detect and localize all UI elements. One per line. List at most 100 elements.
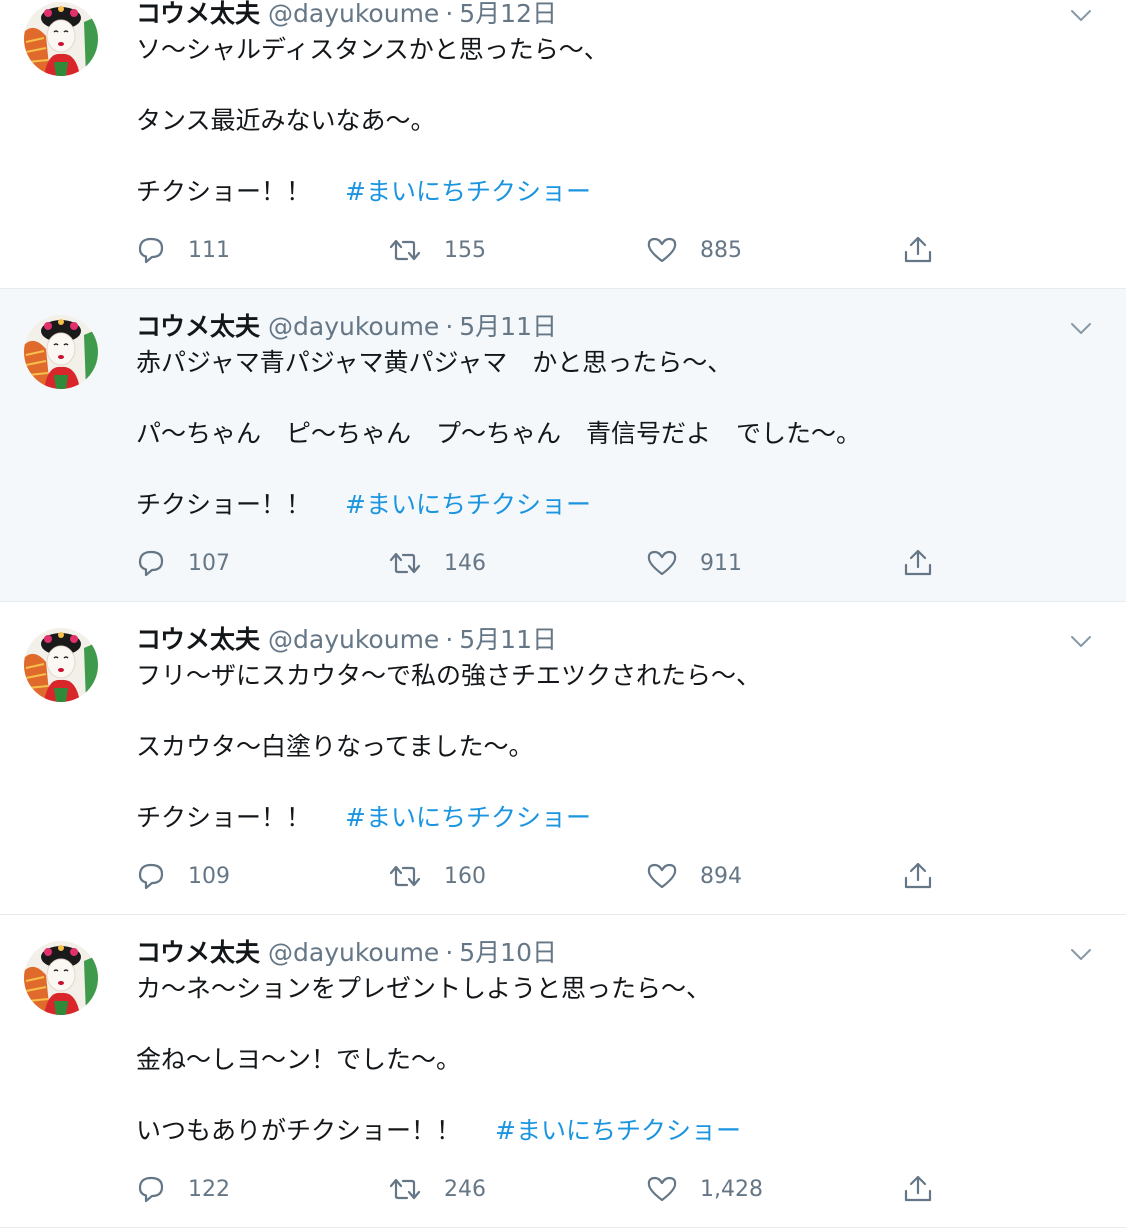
tweet-line: タンス最近みないなあ〜。 bbox=[136, 106, 436, 135]
tweet-header: コウメ太夫 @dayukoume · 5月12日 bbox=[136, 0, 557, 29]
tweet-line: フリ〜ザにスカウタ〜で私の強さチエツクされたら〜、 bbox=[136, 661, 762, 690]
tweet-line: チクショー！！ #まいにちチクショー bbox=[136, 490, 591, 520]
share-button[interactable] bbox=[902, 235, 956, 265]
like-count: 894 bbox=[700, 863, 742, 889]
tweet-line: チクショー！！ #まいにちチクショー bbox=[136, 803, 591, 833]
separator-dot: · bbox=[445, 938, 454, 967]
like-button[interactable]: 885 bbox=[646, 235, 742, 265]
tweet-line-text: チクショー！！ bbox=[136, 490, 312, 519]
avatar-image bbox=[24, 2, 98, 76]
share-icon bbox=[904, 862, 932, 889]
reply-icon bbox=[138, 237, 164, 264]
hashtag-link[interactable]: #まいにちチクショー bbox=[345, 803, 591, 832]
display-name[interactable]: コウメ太夫 bbox=[136, 625, 260, 654]
share-icon bbox=[904, 549, 932, 576]
like-button[interactable]: 911 bbox=[646, 548, 742, 578]
reply-button[interactable]: 111 bbox=[136, 235, 230, 265]
tweet-line: カ〜ネ〜ションをプレゼントしようと思ったら〜、 bbox=[136, 974, 712, 1003]
retweet-count: 160 bbox=[444, 863, 486, 889]
separator-dot: · bbox=[445, 625, 454, 654]
avatar-image bbox=[24, 941, 98, 1015]
retweet-button[interactable]: 146 bbox=[388, 548, 486, 578]
tweet-header: コウメ太夫 @dayukoume · 5月11日 bbox=[136, 625, 557, 655]
avatar[interactable] bbox=[24, 628, 98, 702]
like-count: 1,428 bbox=[700, 1176, 763, 1202]
tweet-text: カ〜ネ〜ションをプレゼントしようと思ったら〜、 金ね〜しヨ〜ン！でした〜。 いつ… bbox=[136, 974, 1096, 1145]
avatar-image bbox=[24, 315, 98, 389]
like-button[interactable]: 894 bbox=[646, 861, 742, 891]
reply-count: 107 bbox=[188, 550, 230, 576]
handle[interactable]: @dayukoume bbox=[268, 625, 439, 654]
retweet-count: 155 bbox=[444, 237, 486, 263]
tweet-actions: 109 160 894 bbox=[136, 861, 936, 891]
avatar[interactable] bbox=[24, 941, 98, 1015]
reply-icon bbox=[138, 1176, 164, 1203]
share-button[interactable] bbox=[902, 861, 956, 891]
retweet-icon bbox=[389, 552, 421, 574]
tweet-header: コウメ太夫 @dayukoume · 5月10日 bbox=[136, 938, 557, 968]
display-name[interactable]: コウメ太夫 bbox=[136, 938, 260, 967]
tweet-text: フリ〜ザにスカウタ〜で私の強さチエツクされたら〜、 スカウタ〜白塗りなってました… bbox=[136, 661, 1096, 832]
timestamp[interactable]: 5月12日 bbox=[459, 0, 557, 28]
reply-button[interactable]: 109 bbox=[136, 861, 230, 891]
more-menu-button[interactable] bbox=[1070, 944, 1092, 966]
tweet[interactable]: コウメ太夫 @dayukoume · 5月12日 ソ〜シャルディスタンスかと思ったら〜… bbox=[0, 0, 1126, 289]
tweet-text: ソ〜シャルディスタンスかと思ったら〜、 タンス最近みないなあ〜。 チクショー！！… bbox=[136, 35, 1096, 206]
chevron-down-icon bbox=[1071, 949, 1091, 960]
tweet-line: 金ね〜しヨ〜ン！でした〜。 bbox=[136, 1045, 462, 1074]
tweet-line-text: チクショー！！ bbox=[136, 803, 312, 832]
like-count: 911 bbox=[700, 550, 742, 576]
like-icon bbox=[647, 550, 677, 576]
retweet-icon bbox=[389, 1178, 421, 1200]
tweet-text: 赤パジャマ青パジャマ黄パジャマ かと思ったら〜、 パ〜ちゃん ピ〜ちゃん プ〜ち… bbox=[136, 348, 1096, 519]
retweet-button[interactable]: 160 bbox=[388, 861, 486, 891]
tweet-actions: 111 155 885 bbox=[136, 235, 936, 265]
handle[interactable]: @dayukoume bbox=[268, 938, 439, 967]
avatar[interactable] bbox=[24, 315, 98, 389]
separator-dot: · bbox=[445, 312, 454, 341]
reply-icon bbox=[138, 550, 164, 577]
more-menu-button[interactable] bbox=[1070, 5, 1092, 27]
more-menu-button[interactable] bbox=[1070, 318, 1092, 340]
tweet-actions: 107 146 911 bbox=[136, 548, 936, 578]
share-icon bbox=[904, 236, 932, 263]
retweet-icon bbox=[389, 865, 421, 887]
tweet-line: ソ〜シャルディスタンスかと思ったら〜、 bbox=[136, 35, 609, 64]
reply-icon bbox=[138, 863, 164, 890]
chevron-down-icon bbox=[1071, 10, 1091, 21]
like-icon bbox=[647, 1176, 677, 1202]
tweet-line: スカウタ〜白塗りなってました〜。 bbox=[136, 732, 534, 761]
tweet-line: 赤パジャマ青パジャマ黄パジャマ かと思ったら〜、 bbox=[136, 348, 733, 377]
tweet-line-text: いつもありがチクショー！！ bbox=[136, 1116, 462, 1145]
handle[interactable]: @dayukoume bbox=[268, 0, 439, 28]
like-count: 885 bbox=[700, 237, 742, 263]
display-name[interactable]: コウメ太夫 bbox=[136, 312, 260, 341]
timestamp[interactable]: 5月11日 bbox=[459, 625, 557, 654]
reply-count: 109 bbox=[188, 863, 230, 889]
tweet-line-text: チクショー！！ bbox=[136, 177, 312, 206]
hashtag-link[interactable]: #まいにちチクショー bbox=[345, 177, 591, 206]
avatar-image bbox=[24, 628, 98, 702]
reply-count: 111 bbox=[188, 237, 230, 263]
share-button[interactable] bbox=[902, 548, 956, 578]
like-icon bbox=[647, 863, 677, 889]
timestamp[interactable]: 5月10日 bbox=[459, 938, 557, 967]
retweet-icon bbox=[389, 239, 421, 261]
display-name[interactable]: コウメ太夫 bbox=[136, 0, 260, 28]
tweet[interactable]: コウメ太夫 @dayukoume · 5月10日 カ〜ネ〜ションをプレゼントしようと思… bbox=[0, 915, 1126, 1228]
retweet-count: 146 bbox=[444, 550, 486, 576]
tweet-line: チクショー！！ #まいにちチクショー bbox=[136, 177, 591, 207]
reply-button[interactable]: 107 bbox=[136, 548, 230, 578]
avatar[interactable] bbox=[24, 2, 98, 76]
more-menu-button[interactable] bbox=[1070, 631, 1092, 653]
separator-dot: · bbox=[445, 0, 454, 28]
hashtag-link[interactable]: #まいにちチクショー bbox=[495, 1116, 741, 1145]
handle[interactable]: @dayukoume bbox=[268, 312, 439, 341]
chevron-down-icon bbox=[1071, 636, 1091, 647]
tweet[interactable]: コウメ太夫 @dayukoume · 5月11日 赤パジャマ青パジャマ黄パジャマ かと… bbox=[0, 289, 1126, 602]
retweet-button[interactable]: 155 bbox=[388, 235, 486, 265]
tweet[interactable]: コウメ太夫 @dayukoume · 5月11日 フリ〜ザにスカウタ〜で私の強さチエツ… bbox=[0, 602, 1126, 915]
timestamp[interactable]: 5月11日 bbox=[459, 312, 557, 341]
reply-count: 122 bbox=[188, 1176, 230, 1202]
hashtag-link[interactable]: #まいにちチクショー bbox=[345, 490, 591, 519]
